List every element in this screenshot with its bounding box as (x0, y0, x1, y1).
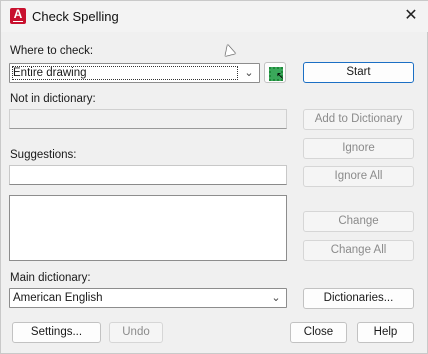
not-in-dictionary-field (9, 109, 287, 129)
ignore-button[interactable]: Ignore (303, 138, 414, 159)
where-to-check-label-text: Where to check: (10, 45, 94, 57)
ignore-all-button[interactable]: Ignore All (303, 166, 414, 187)
pick-arrow-icon: ↖ (276, 71, 285, 82)
chevron-down-icon: ⌄ (244, 67, 254, 79)
change-button[interactable]: Change (303, 211, 414, 232)
where-to-check-select[interactable]: Entire drawing ⌄ (9, 63, 260, 83)
suggestions-list[interactable] (9, 195, 287, 261)
suggestion-input[interactable] (9, 165, 287, 185)
start-button[interactable]: Start (303, 62, 414, 83)
change-all-button[interactable]: Change All (303, 240, 414, 261)
suggestions-label: Suggestions: (10, 149, 77, 161)
help-button[interactable]: Help (357, 322, 414, 343)
dictionaries-button[interactable]: Dictionaries... (303, 288, 414, 309)
title-bar[interactable]: A Check Spelling ✕ (1, 1, 428, 32)
close-button[interactable]: Close (290, 322, 347, 343)
where-to-check-label: Where to check: (10, 45, 93, 57)
main-dictionary-select[interactable]: American English ⌄ (9, 288, 287, 308)
select-objects-button[interactable]: ↖ (264, 62, 286, 83)
where-to-check-value: Entire drawing (12, 66, 238, 80)
window-title: Check Spelling (32, 9, 119, 24)
autocad-app-icon: A (10, 7, 26, 24)
app-icon-letter: A (13, 7, 23, 21)
mouse-pointer-icon: ▲ (217, 37, 240, 61)
check-spelling-dialog: A Check Spelling ✕ Where to check: Entir… (0, 0, 428, 354)
main-dictionary-label: Main dictionary: (10, 272, 91, 284)
add-to-dictionary-button[interactable]: Add to Dictionary (303, 109, 414, 130)
settings-button[interactable]: Settings... (12, 322, 101, 343)
undo-button[interactable]: Undo (109, 322, 163, 343)
main-dictionary-value: American English (13, 292, 103, 304)
not-in-dictionary-label: Not in dictionary: (10, 93, 96, 105)
close-window-icon[interactable]: ✕ (400, 5, 422, 27)
chevron-down-icon: ⌄ (271, 292, 281, 304)
